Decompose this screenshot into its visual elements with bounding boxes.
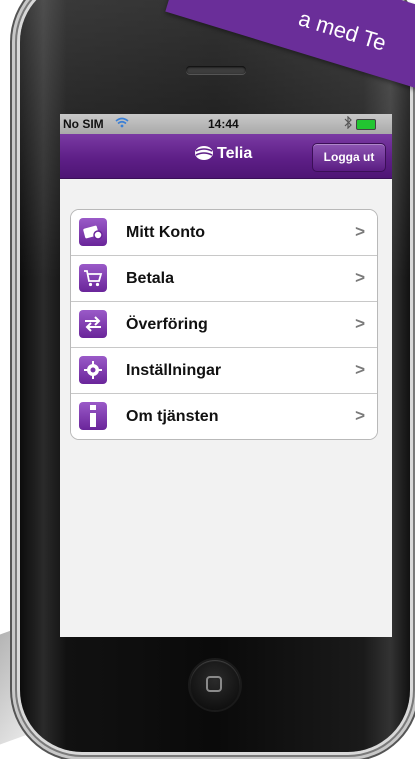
transfer-arrows-icon bbox=[79, 310, 107, 338]
phone-speaker bbox=[186, 66, 246, 74]
status-bar: No SIM 14:44 bbox=[60, 114, 392, 134]
bluetooth-icon bbox=[344, 115, 352, 132]
brand-name: Telia bbox=[217, 145, 253, 162]
carrier-label: No SIM bbox=[63, 117, 104, 131]
menu-item-label: Inställningar bbox=[126, 362, 222, 379]
menu-item-betala[interactable]: Betala > bbox=[71, 256, 377, 302]
main-menu: Mitt Konto > Betala > Överföring > Instä… bbox=[70, 209, 378, 440]
brand-logo: Telia bbox=[194, 145, 252, 163]
info-icon bbox=[79, 402, 107, 430]
telia-logo-icon bbox=[194, 145, 214, 161]
gear-icon bbox=[79, 356, 107, 384]
clock: 14:44 bbox=[208, 117, 239, 131]
menu-item-om-tjansten[interactable]: Om tjänsten > bbox=[71, 394, 377, 439]
wifi-icon bbox=[115, 117, 129, 131]
chevron-right-icon: > bbox=[355, 314, 365, 333]
chevron-right-icon: > bbox=[355, 268, 365, 287]
battery-icon bbox=[356, 119, 376, 130]
cart-icon bbox=[79, 264, 107, 292]
menu-item-label: Om tjänsten bbox=[126, 408, 219, 425]
chevron-right-icon: > bbox=[355, 222, 365, 241]
logout-button[interactable]: Logga ut bbox=[312, 143, 386, 172]
menu-item-mitt-konto[interactable]: Mitt Konto > bbox=[71, 210, 377, 256]
menu-item-overforing[interactable]: Överföring > bbox=[71, 302, 377, 348]
promo-banner-text: a med Te bbox=[295, 5, 390, 56]
home-button[interactable] bbox=[190, 660, 240, 710]
chevron-right-icon: > bbox=[355, 360, 365, 379]
home-square-icon bbox=[206, 676, 222, 692]
menu-item-label: Överföring bbox=[126, 316, 208, 333]
menu-item-installningar[interactable]: Inställningar > bbox=[71, 348, 377, 394]
chevron-right-icon: > bbox=[355, 406, 365, 425]
card-icon bbox=[79, 218, 107, 246]
menu-item-label: Mitt Konto bbox=[126, 224, 206, 241]
nav-bar: Telia Logga ut bbox=[60, 134, 392, 179]
phone-screen: No SIM 14:44 Telia Logga ut Mitt Konto >… bbox=[60, 114, 392, 637]
menu-item-label: Betala bbox=[126, 270, 175, 287]
